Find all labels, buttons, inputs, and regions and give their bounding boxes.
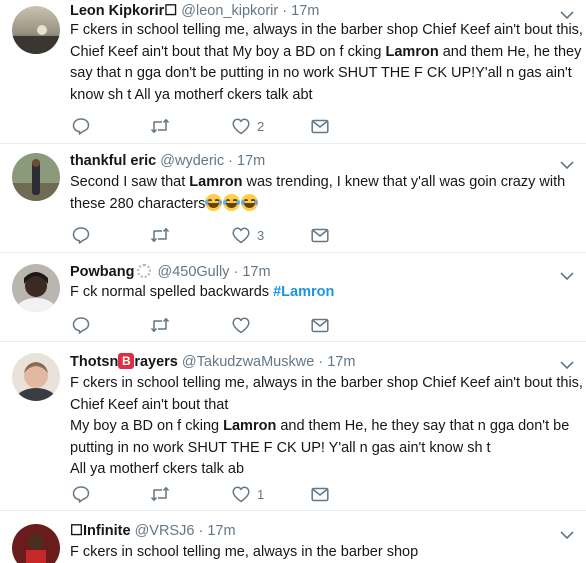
like-button[interactable]: 3 bbox=[232, 225, 264, 245]
caret-down-icon[interactable] bbox=[560, 271, 574, 281]
retweet-icon bbox=[150, 227, 170, 243]
user-handle[interactable]: @wyderic bbox=[160, 153, 224, 169]
caret-down-icon[interactable] bbox=[560, 160, 574, 170]
user-handle[interactable]: @TakudzwaMuskwe bbox=[182, 354, 314, 370]
user-handle[interactable]: @450Gully bbox=[157, 264, 229, 280]
caret-down-icon[interactable] bbox=[560, 530, 574, 540]
tweet-text: F ckers in school telling me, always in … bbox=[70, 375, 583, 477]
tears-of-joy-emoji bbox=[241, 193, 259, 211]
tweet-item[interactable]: Leon Kipkorir☐ @leon_kipkorir · 17m F ck… bbox=[0, 0, 586, 144]
timestamp[interactable]: 17m bbox=[242, 264, 270, 280]
profile-badge-icon bbox=[137, 264, 152, 278]
avatar[interactable] bbox=[12, 353, 60, 401]
user-handle[interactable]: @VRSJ6 bbox=[135, 523, 195, 539]
hashtag-link[interactable]: #Lamron bbox=[273, 284, 334, 300]
like-button[interactable]: 2 bbox=[232, 116, 264, 136]
retweet-button[interactable] bbox=[150, 484, 170, 504]
separator-dot: · bbox=[233, 264, 239, 280]
heart-icon bbox=[232, 317, 250, 333]
reply-icon bbox=[72, 227, 90, 244]
retweet-button[interactable] bbox=[150, 225, 170, 245]
reply-button[interactable] bbox=[72, 315, 90, 335]
tweet-text: F ckers in school telling me, always in … bbox=[70, 22, 583, 103]
direct-message-button[interactable] bbox=[311, 315, 329, 335]
separator-dot: · bbox=[318, 354, 324, 370]
timestamp[interactable]: 17m bbox=[327, 354, 355, 370]
like-count: 2 bbox=[257, 118, 265, 134]
like-count: 1 bbox=[257, 486, 265, 502]
reply-icon bbox=[72, 118, 90, 135]
heart-icon bbox=[232, 486, 250, 502]
timestamp[interactable]: 17m bbox=[207, 523, 235, 539]
tweet-text: F ckers in school telling me, always in … bbox=[70, 544, 419, 560]
separator-dot: · bbox=[282, 3, 288, 19]
like-button[interactable]: 1 bbox=[232, 484, 264, 504]
heart-icon bbox=[232, 118, 250, 134]
separator-dot: · bbox=[228, 153, 233, 169]
avatar[interactable] bbox=[12, 524, 60, 563]
retweet-icon bbox=[150, 486, 170, 502]
timestamp[interactable]: 17m bbox=[237, 153, 265, 169]
reply-icon bbox=[72, 317, 90, 334]
direct-message-button[interactable] bbox=[311, 225, 329, 245]
tears-of-joy-emoji bbox=[223, 193, 241, 211]
dm-icon bbox=[311, 487, 329, 501]
tweet-item[interactable]: thankful eric @wyderic · 17m Second I sa… bbox=[0, 145, 586, 253]
avatar[interactable] bbox=[12, 264, 60, 312]
reply-icon bbox=[72, 486, 90, 503]
avatar[interactable] bbox=[12, 6, 60, 54]
tears-of-joy-emoji bbox=[205, 193, 223, 211]
separator-dot: · bbox=[198, 523, 204, 539]
like-button[interactable] bbox=[232, 315, 250, 335]
direct-message-button[interactable] bbox=[311, 116, 329, 136]
retweet-button[interactable] bbox=[150, 116, 170, 136]
b-emoji-badge: B bbox=[118, 353, 135, 369]
timestamp[interactable]: 17m bbox=[291, 3, 319, 19]
dm-icon bbox=[311, 228, 329, 242]
caret-down-icon[interactable] bbox=[560, 10, 574, 20]
like-count: 3 bbox=[257, 227, 265, 243]
reply-button[interactable] bbox=[72, 225, 90, 245]
retweet-icon bbox=[150, 317, 170, 333]
display-name[interactable]: thankful eric bbox=[70, 153, 156, 169]
display-name[interactable]: Leon Kipkorir☐ bbox=[70, 3, 177, 19]
dm-icon bbox=[311, 318, 329, 332]
avatar[interactable] bbox=[12, 153, 60, 201]
display-name[interactable]: ☐Infinite bbox=[70, 523, 131, 539]
retweet-icon bbox=[150, 118, 170, 134]
retweet-button[interactable] bbox=[150, 315, 170, 335]
display-name[interactable]: Thotsn Brayers bbox=[70, 353, 178, 370]
reply-button[interactable] bbox=[72, 116, 90, 136]
tweet-item[interactable]: Powbang @450Gully · 17m F ck normal spel… bbox=[0, 254, 586, 342]
user-handle[interactable]: @leon_kipkorir bbox=[181, 3, 278, 19]
tweet-item[interactable]: Thotsn Brayers @TakudzwaMuskwe · 17m F ck… bbox=[0, 343, 586, 511]
dm-icon bbox=[311, 119, 329, 133]
caret-down-icon[interactable] bbox=[560, 360, 574, 370]
reply-button[interactable] bbox=[72, 484, 90, 504]
direct-message-button[interactable] bbox=[311, 484, 329, 504]
tweet-text: F ck normal spelled backwards #Lamron bbox=[70, 284, 335, 300]
heart-icon bbox=[232, 227, 250, 243]
tweet-item[interactable]: ☐Infinite @VRSJ6 · 17m F ckers in school… bbox=[0, 512, 586, 563]
display-name[interactable]: Powbang bbox=[70, 264, 134, 280]
tweet-text: Second I saw that Lamron was trending, I… bbox=[70, 174, 566, 212]
